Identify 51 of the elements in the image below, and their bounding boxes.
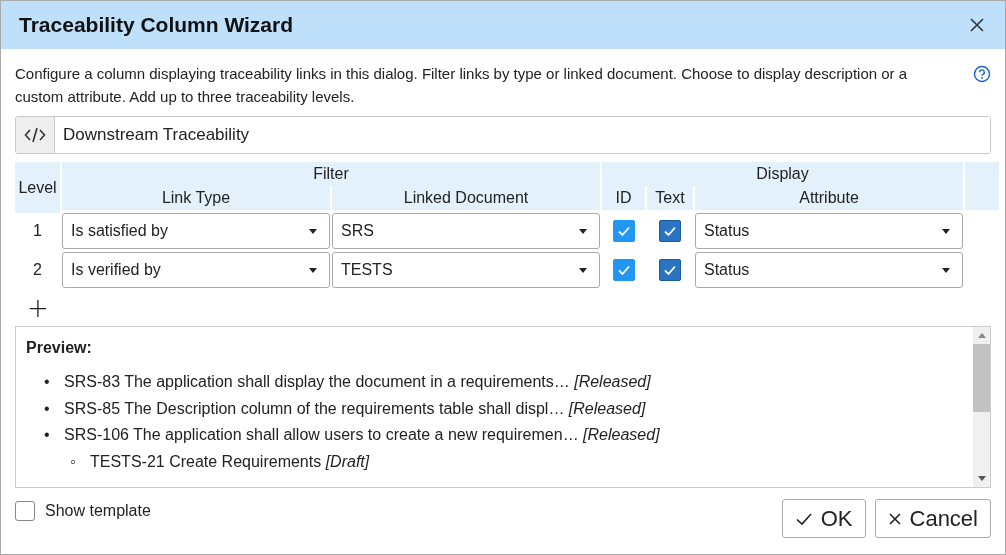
caret-icon bbox=[309, 267, 317, 273]
level-number: 2 bbox=[33, 261, 42, 279]
group-header: Display bbox=[602, 162, 963, 186]
close-icon[interactable] bbox=[969, 17, 985, 33]
preview-item: SRS-83 The application shall display the document in a requirements… [Released] bbox=[64, 372, 651, 392]
window-title: Traceability Column Wizard bbox=[19, 13, 294, 37]
column-header: Attribute bbox=[695, 186, 963, 210]
ok-button[interactable]: OK bbox=[781, 499, 866, 538]
column-header: ID bbox=[602, 186, 645, 210]
caret-icon bbox=[309, 228, 317, 234]
caret-icon bbox=[579, 228, 587, 234]
checkbox-label: Show template bbox=[45, 502, 151, 520]
checkbox[interactable] bbox=[15, 501, 35, 521]
linked-document-dropdown[interactable]: TESTS bbox=[332, 252, 600, 288]
add-level-button[interactable]: + bbox=[27, 294, 49, 322]
level-number: 1 bbox=[33, 222, 42, 240]
column-header: Link Type bbox=[62, 186, 330, 210]
cancel-button[interactable]: Cancel bbox=[874, 499, 991, 538]
close-icon bbox=[887, 511, 902, 526]
column-name-field[interactable]: Downstream Traceability bbox=[15, 116, 991, 154]
caret-icon bbox=[579, 267, 587, 273]
column-header: Linked Document bbox=[332, 186, 600, 210]
linked-document-dropdown[interactable]: SRS bbox=[332, 213, 600, 249]
caret-icon bbox=[942, 267, 950, 273]
link-type-dropdown[interactable]: Is verified by bbox=[62, 252, 330, 288]
preview-item: SRS-106 The application shall allow users to create a new requiremen… [Released] bbox=[64, 425, 660, 445]
preview-item: SRS-85 The Description column of the requirements table shall displ… [Released] bbox=[64, 398, 646, 419]
checkbox[interactable] bbox=[612, 220, 635, 242]
checkbox[interactable] bbox=[659, 259, 681, 281]
column-header: Text bbox=[647, 186, 693, 210]
scroll-down-icon[interactable] bbox=[977, 476, 986, 482]
attribute-dropdown[interactable]: Status bbox=[695, 252, 963, 288]
description-text: Configure a column displaying traceability links in this dialog. Filter links by type or linked document. Choose to display description or a custom attribute. Add up to three traceability levels. bbox=[15, 64, 909, 107]
bullet: • bbox=[44, 425, 51, 445]
scroll-up-icon[interactable] bbox=[977, 332, 986, 338]
preview-item: TESTS-21 Create Requirements [Draft] bbox=[90, 451, 370, 472]
bullet: • bbox=[44, 372, 51, 392]
attribute-dropdown[interactable]: Status bbox=[695, 213, 963, 249]
preview-heading: Preview: bbox=[26, 339, 93, 357]
scrollbar[interactable] bbox=[973, 327, 990, 487]
bullet: ◦ bbox=[70, 451, 77, 472]
header-cell bbox=[965, 162, 999, 210]
group-header: Filter bbox=[62, 162, 600, 186]
code-icon bbox=[16, 117, 55, 153]
checkbox[interactable] bbox=[612, 259, 635, 281]
caret-icon bbox=[942, 228, 950, 234]
bullet: • bbox=[44, 398, 51, 419]
checkbox[interactable] bbox=[659, 220, 681, 242]
column-header: Level bbox=[15, 162, 60, 213]
help-icon[interactable] bbox=[973, 65, 991, 83]
link-type-dropdown[interactable]: Is satisfied by bbox=[62, 213, 330, 249]
